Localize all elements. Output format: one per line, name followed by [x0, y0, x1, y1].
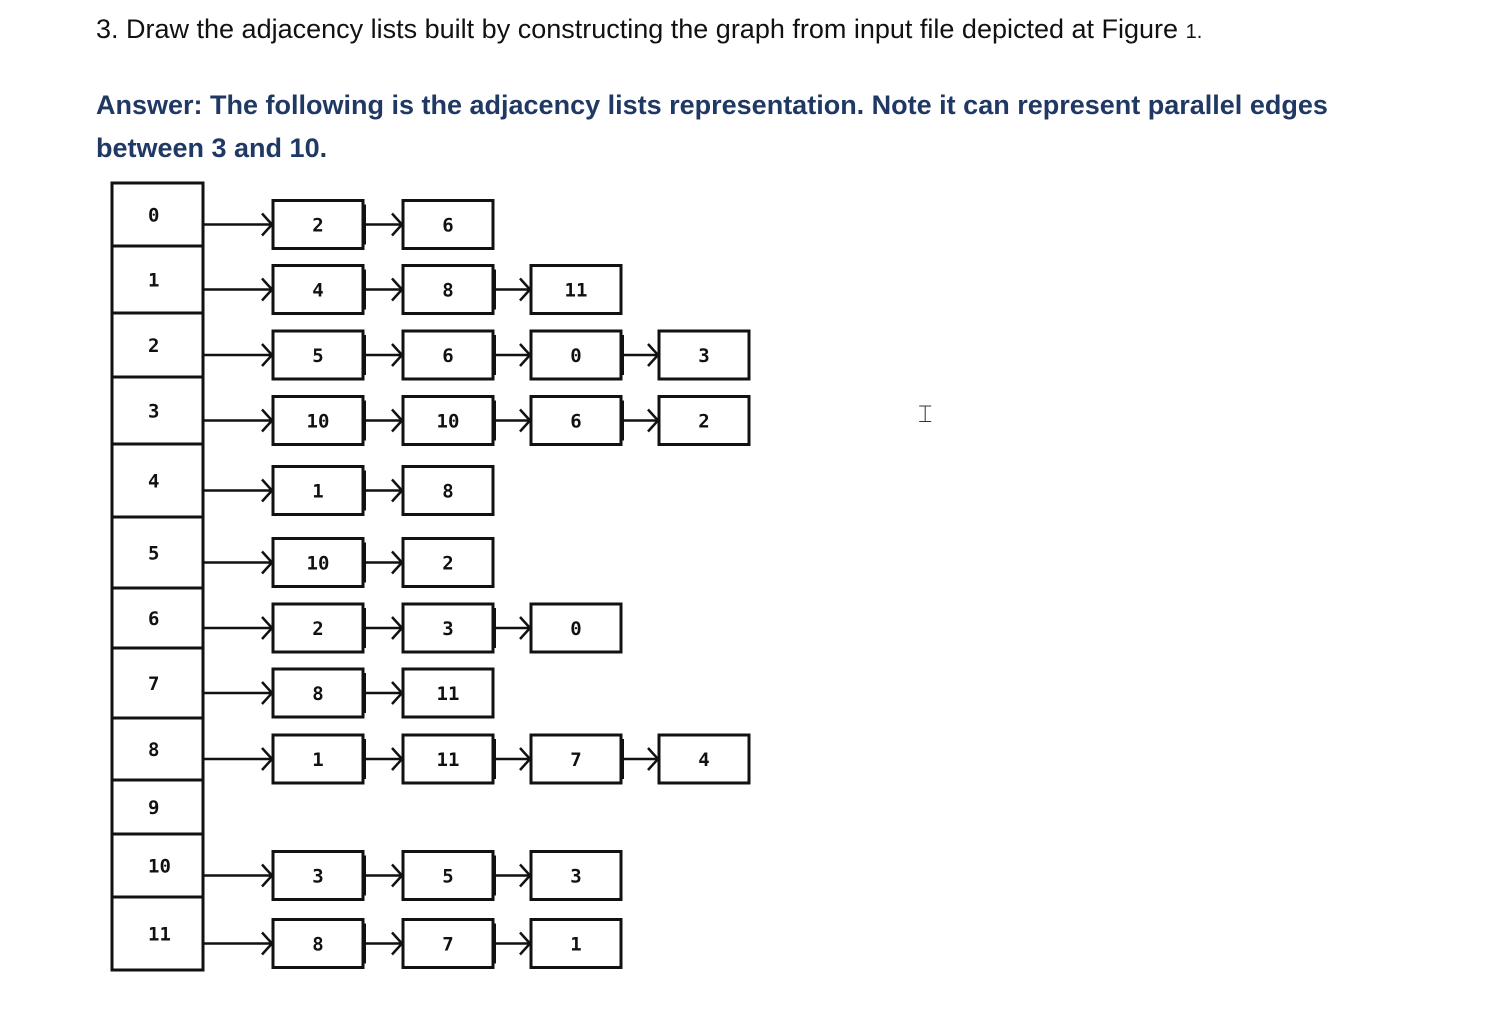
list-node-value: 10: [307, 411, 330, 433]
vertex-label: 11: [148, 924, 171, 946]
list-node-value: 2: [312, 215, 323, 237]
list-node-value: 5: [442, 866, 453, 888]
vertex-label: 4: [148, 471, 159, 493]
list-node-value: 7: [442, 934, 453, 956]
list-node-value: 1: [570, 934, 581, 956]
vertex-label: 7: [148, 673, 159, 695]
list-node-value: 6: [570, 411, 581, 433]
list-node-value: 11: [437, 683, 460, 705]
list-node-value: 4: [312, 280, 323, 302]
vertex-label: 8: [148, 739, 159, 761]
list-node-value: 3: [570, 866, 581, 888]
list-node-value: 2: [442, 553, 453, 575]
vertex-label: 1: [148, 270, 159, 292]
text-cursor-icon: ⌶: [918, 400, 933, 428]
vertex-label: 3: [148, 401, 159, 423]
list-node-value: 6: [442, 215, 453, 237]
list-node-value: 8: [312, 683, 323, 705]
list-node-value: 2: [312, 618, 323, 640]
list-node-value: 5: [312, 345, 323, 367]
list-node-value: 7: [570, 749, 581, 771]
list-node-value: 3: [698, 345, 709, 367]
list-node-value: 6: [442, 345, 453, 367]
vertex-label: 5: [148, 543, 159, 565]
list-node-value: 10: [437, 411, 460, 433]
vertex-label: 10: [148, 856, 171, 878]
vertex-label: 2: [148, 335, 159, 357]
list-node-value: 1: [312, 749, 323, 771]
vertex-label: 0: [148, 205, 159, 227]
list-node-value: 3: [442, 618, 453, 640]
list-node-value: 3: [312, 866, 323, 888]
list-node-value: 0: [570, 618, 581, 640]
list-node-value: 11: [565, 280, 588, 302]
list-node-value: 10: [307, 553, 330, 575]
adjacency-list-diagram: 0 2 61 4 8 112 5 6 0 33 10 10 6 24 1 85 10 26 2 3 07 8 118 1 11 7…: [110, 181, 751, 972]
list-node-value: 0: [570, 345, 581, 367]
list-node-value: 4: [698, 749, 709, 771]
list-node-value: 11: [437, 749, 460, 771]
list-node-value: 8: [442, 481, 453, 503]
list-node-value: 1: [312, 481, 323, 503]
list-node-value: 8: [442, 280, 453, 302]
vertex-array: [110, 181, 205, 972]
list-node-value: 2: [698, 411, 709, 433]
vertex-label: 6: [148, 608, 159, 630]
list-node-value: 8: [312, 934, 323, 956]
vertex-label: 9: [148, 797, 159, 819]
